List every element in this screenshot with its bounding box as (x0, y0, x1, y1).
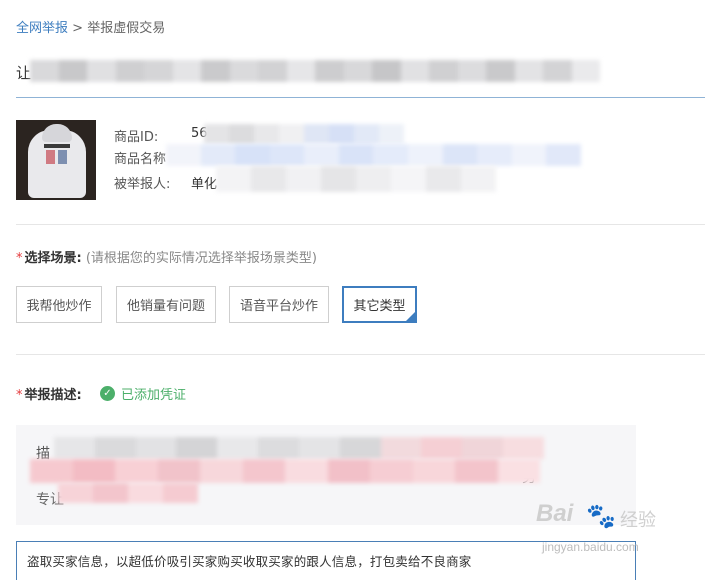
breadcrumb: 全网举报 > 举报虚假交易 (16, 17, 165, 36)
check-circle-icon: ✓ (100, 386, 115, 401)
scene-hint: (请根据您的实际情况选择举报场景类型) (85, 251, 317, 266)
reported-user-value: 单化 (191, 177, 218, 192)
breadcrumb-current: 举报虚假交易 (87, 21, 166, 36)
page-title-text: 让 (16, 64, 32, 82)
watermark-brand-suffix: 经验 (620, 510, 656, 531)
scene-label: * 选择场景: (请根据您的实际情况选择举报场景类型) (16, 247, 317, 266)
evidence-text: 已添加凭证 (121, 388, 187, 403)
description-label: * 举报描述: (16, 384, 82, 403)
scene-option-label: 其它类型 (353, 299, 406, 314)
description-line2-redaction (30, 459, 540, 483)
scene-option-label: 我帮他炒作 (26, 299, 92, 314)
breadcrumb-link-report-all[interactable]: 全网举报 (16, 21, 68, 36)
reported-user-label: 被举报人: (114, 177, 171, 192)
required-mark: * (16, 388, 23, 403)
evidence-status: ✓ 已添加凭证 (100, 384, 186, 403)
reported-user-redaction (216, 166, 496, 192)
breadcrumb-separator: > (68, 21, 88, 36)
reason-text: 盗取买家信息，以超低价吸引买家购买收取买家的跟人信息，打包卖给不良商家 (27, 554, 472, 569)
page-title-redaction (30, 60, 600, 82)
watermark-url: jingyan.baidu.com (542, 540, 639, 554)
description-title: 举报描述: (24, 388, 82, 403)
scene-option-sales-problem[interactable]: 他销量有问题 (116, 286, 216, 323)
product-thumbnail[interactable] (16, 120, 96, 200)
section-divider (16, 354, 705, 355)
scene-option-label: 语音平台炒作 (239, 299, 318, 314)
product-id-label: 商品ID: (114, 130, 159, 145)
scene-option-other[interactable]: 其它类型 (342, 286, 417, 323)
product-name-redaction (166, 144, 581, 166)
selected-corner-icon (406, 312, 415, 321)
description-line3-redaction (58, 483, 198, 503)
baidu-jingyan-watermark: Bai 🐾 经验 jingyan.baidu.com (536, 500, 701, 575)
paw-icon: 🐾 (586, 502, 616, 530)
page-title: 让 (16, 60, 705, 98)
scene-title: 选择场景: (24, 251, 82, 266)
product-id-redaction (204, 124, 404, 144)
watermark-brand: Bai (536, 500, 574, 527)
scene-option-i-helped-hype[interactable]: 我帮他炒作 (16, 286, 102, 323)
description-line1-redaction (54, 437, 544, 459)
required-mark: * (16, 251, 23, 266)
scene-option-label: 他销量有问题 (126, 299, 205, 314)
product-info: 商品ID: 56 商品名称 被举报人: 单化 (16, 120, 705, 225)
scene-option-voice-platform-hype[interactable]: 语音平台炒作 (229, 286, 329, 323)
product-name-label: 商品名称 (114, 152, 167, 167)
